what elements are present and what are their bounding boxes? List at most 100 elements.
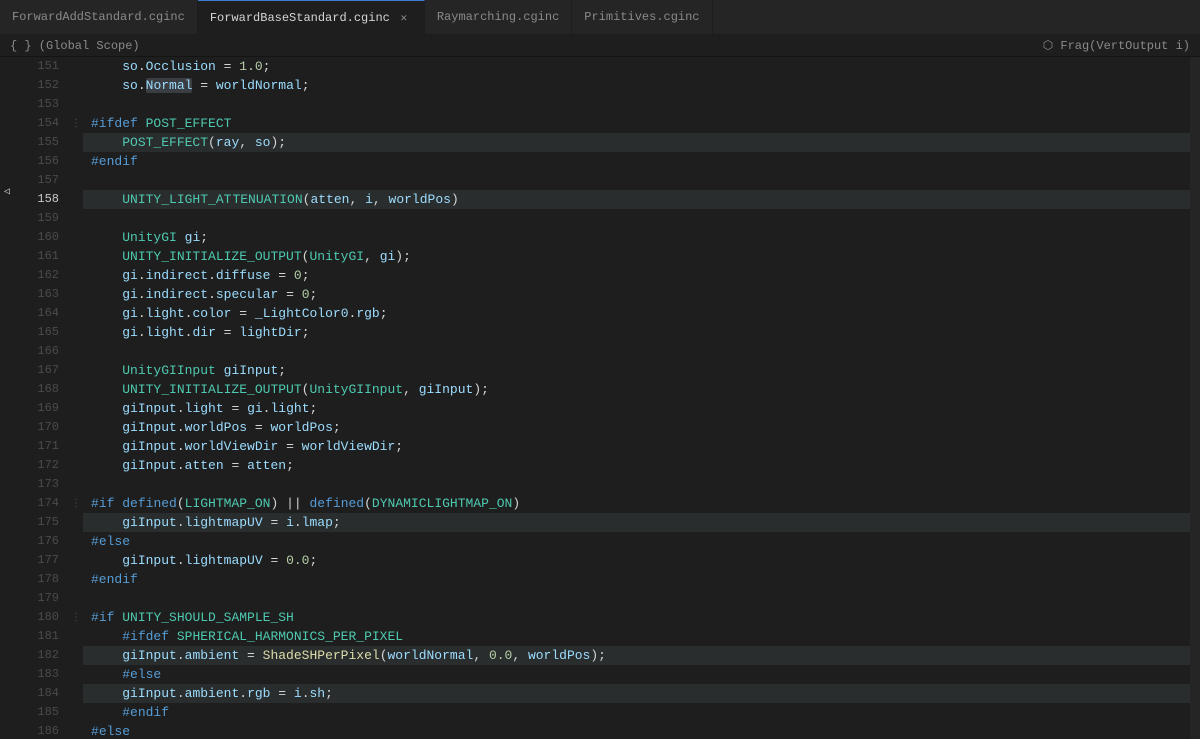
line-number: 166 bbox=[14, 342, 59, 361]
tab-forwardadd[interactable]: ForwardAddStandard.cginc bbox=[0, 0, 198, 34]
fold-indicator bbox=[0, 308, 14, 326]
fold-indicator bbox=[0, 165, 14, 183]
fold-indicator: ◁ bbox=[0, 183, 14, 201]
tab-bar: ForwardAddStandard.cginc ForwardBaseStan… bbox=[0, 0, 1200, 35]
tab-label: ForwardAddStandard.cginc bbox=[12, 10, 185, 24]
fold-indicator bbox=[0, 578, 14, 596]
line-number: 171 bbox=[14, 437, 59, 456]
line-number: 169 bbox=[14, 399, 59, 418]
line-numbers: 1511521531541551561571581591601611621631… bbox=[14, 57, 69, 739]
fold-indicator bbox=[0, 667, 14, 685]
fold-col-line bbox=[69, 627, 83, 646]
fold-col-line bbox=[69, 437, 83, 456]
line-number: 183 bbox=[14, 665, 59, 684]
fold-indicator bbox=[0, 596, 14, 614]
fold-col-line bbox=[69, 551, 83, 570]
code-line: so.Occlusion = 1.0; bbox=[83, 57, 1190, 76]
line-number: 179 bbox=[14, 589, 59, 608]
line-number: 170 bbox=[14, 418, 59, 437]
fold-col-line bbox=[69, 361, 83, 380]
fold-indicator bbox=[0, 524, 14, 542]
tab-label: Primitives.cginc bbox=[584, 10, 699, 24]
fold-indicator bbox=[0, 470, 14, 488]
tab-close-button[interactable]: ✕ bbox=[396, 10, 412, 26]
code-line: giInput.ambient = ShadeSHPerPixel(worldN… bbox=[83, 646, 1190, 665]
fold-indicator bbox=[0, 362, 14, 380]
fold-indicator bbox=[0, 685, 14, 703]
line-number: 167 bbox=[14, 361, 59, 380]
fold-col-line bbox=[69, 323, 83, 342]
code-line: giInput.atten = atten; bbox=[83, 456, 1190, 475]
fold-indicator bbox=[0, 416, 14, 434]
fold-indicator bbox=[0, 272, 14, 290]
code-line: #else bbox=[83, 665, 1190, 684]
code-line: #endif bbox=[83, 570, 1190, 589]
fold-col-line bbox=[69, 133, 83, 152]
code-line: so.Normal = worldNormal; bbox=[83, 76, 1190, 95]
breadcrumb-left: { } (Global Scope) bbox=[10, 39, 140, 53]
fold-indicator bbox=[0, 147, 14, 165]
code-line: giInput.worldViewDir = worldViewDir; bbox=[83, 437, 1190, 456]
breadcrumb-bar: { } (Global Scope) ⬡ Frag(VertOutput i) bbox=[0, 35, 1200, 57]
code-line bbox=[83, 171, 1190, 190]
tab-raymarching[interactable]: Raymarching.cginc bbox=[425, 0, 572, 34]
tab-forwardbase[interactable]: ForwardBaseStandard.cginc ✕ bbox=[198, 0, 425, 34]
breadcrumb-right: ⬡ Frag(VertOutput i) bbox=[1043, 38, 1190, 53]
code-line: POST_EFFECT(ray, so); bbox=[83, 133, 1190, 152]
scrollbar[interactable] bbox=[1190, 57, 1200, 739]
line-number: 185 bbox=[14, 703, 59, 722]
code-line: gi.indirect.specular = 0; bbox=[83, 285, 1190, 304]
fold-indicator bbox=[0, 721, 14, 739]
fold-indicator bbox=[0, 380, 14, 398]
fold-col-line bbox=[69, 513, 83, 532]
code-line: giInput.ambient.rgb = i.sh; bbox=[83, 684, 1190, 703]
fold-col-line bbox=[69, 209, 83, 228]
left-indicator: ◁ bbox=[0, 57, 14, 739]
fold-indicator bbox=[0, 703, 14, 721]
code-line: UNITY_INITIALIZE_OUTPUT(UnityGIInput, gi… bbox=[83, 380, 1190, 399]
fold-col-line bbox=[69, 703, 83, 722]
fold-col-line bbox=[69, 95, 83, 114]
fold-col-line bbox=[69, 152, 83, 171]
line-number: 181 bbox=[14, 627, 59, 646]
code-line: #endif bbox=[83, 152, 1190, 171]
fold-col-line bbox=[69, 76, 83, 95]
line-number: 165 bbox=[14, 323, 59, 342]
fold-indicator bbox=[0, 93, 14, 111]
fold-indicator bbox=[0, 75, 14, 93]
code-area[interactable]: so.Occlusion = 1.0; so.Normal = worldNor… bbox=[83, 57, 1190, 739]
code-line: #endif bbox=[83, 703, 1190, 722]
code-line: #if defined(LIGHTMAP_ON) || defined(DYNA… bbox=[83, 494, 1190, 513]
line-number: 182 bbox=[14, 646, 59, 665]
fold-col-line bbox=[69, 304, 83, 323]
fold-indicator bbox=[0, 632, 14, 650]
line-number: 164 bbox=[14, 304, 59, 323]
fold-indicator bbox=[0, 290, 14, 308]
fold-col-line: ⋮ bbox=[69, 494, 83, 513]
fold-indicator bbox=[0, 649, 14, 667]
fold-indicator bbox=[0, 488, 14, 506]
fold-col-line bbox=[69, 247, 83, 266]
line-number: 157 bbox=[14, 171, 59, 190]
line-number: 180 bbox=[14, 608, 59, 627]
code-line: gi.light.color = _LightColor0.rgb; bbox=[83, 304, 1190, 323]
line-number: 154 bbox=[14, 114, 59, 133]
code-line bbox=[83, 209, 1190, 228]
line-number: 159 bbox=[14, 209, 59, 228]
fold-indicator bbox=[0, 506, 14, 524]
fold-indicator bbox=[0, 452, 14, 470]
line-number: 178 bbox=[14, 570, 59, 589]
tab-primitives[interactable]: Primitives.cginc bbox=[572, 0, 712, 34]
line-number: 160 bbox=[14, 228, 59, 247]
code-line bbox=[83, 342, 1190, 361]
code-line: UnityGIInput giInput; bbox=[83, 361, 1190, 380]
code-line: giInput.worldPos = worldPos; bbox=[83, 418, 1190, 437]
line-number: 156 bbox=[14, 152, 59, 171]
code-line bbox=[83, 95, 1190, 114]
line-number: 152 bbox=[14, 76, 59, 95]
fold-col-line bbox=[69, 684, 83, 703]
code-line: gi.indirect.diffuse = 0; bbox=[83, 266, 1190, 285]
code-line: giInput.lightmapUV = i.lmap; bbox=[83, 513, 1190, 532]
code-line: #if UNITY_SHOULD_SAMPLE_SH bbox=[83, 608, 1190, 627]
app-container: ForwardAddStandard.cginc ForwardBaseStan… bbox=[0, 0, 1200, 739]
